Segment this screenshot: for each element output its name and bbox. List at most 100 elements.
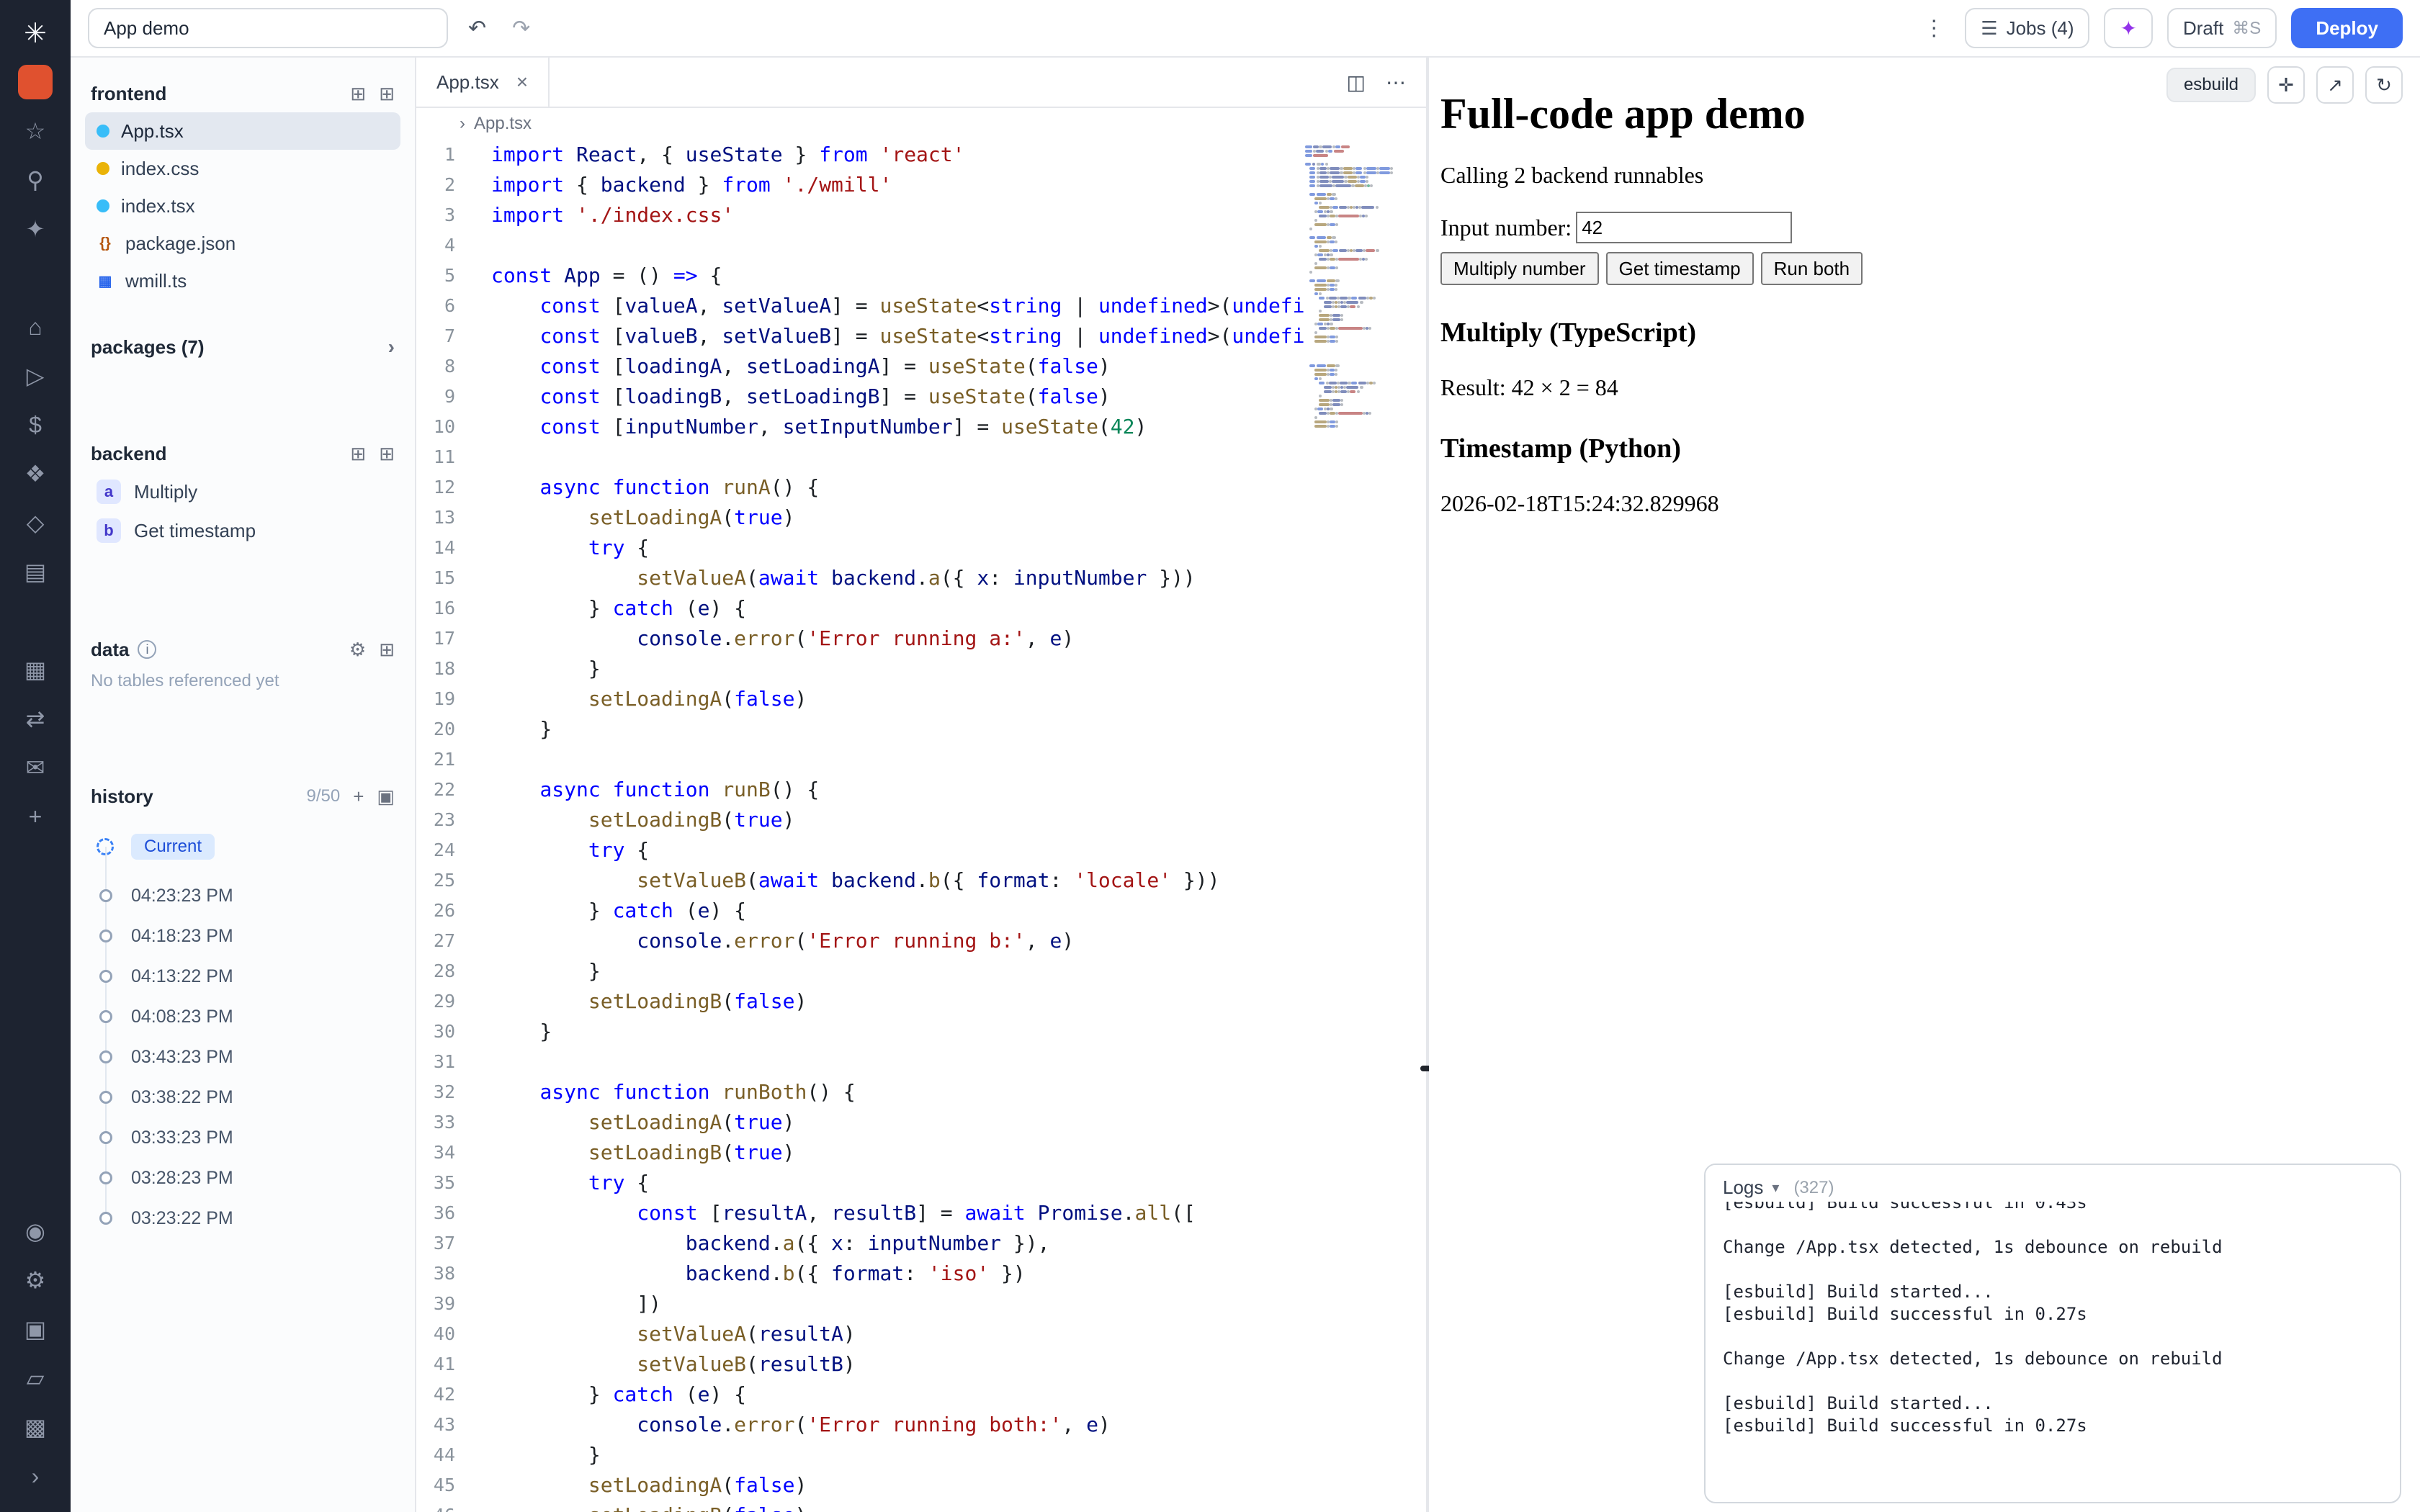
code-line[interactable]: 6 const [valueA, setValueA] = useState<s… bbox=[416, 291, 1426, 321]
calendar-icon[interactable]: ▦ bbox=[11, 645, 60, 694]
code-line[interactable]: 23 setLoadingB(true) bbox=[416, 805, 1426, 835]
code-line[interactable]: 42 } catch (e) { bbox=[416, 1380, 1426, 1410]
history-item[interactable]: 03:43:23 PM bbox=[131, 1037, 400, 1077]
resources-icon[interactable]: ❖ bbox=[11, 449, 60, 498]
logs-header[interactable]: Logs ▾ (327) bbox=[1706, 1165, 2400, 1202]
code-line[interactable]: 12 async function runA() { bbox=[416, 472, 1426, 503]
code-line[interactable]: 13 setLoadingA(true) bbox=[416, 503, 1426, 533]
runnable-item[interactable]: aMultiply bbox=[85, 472, 400, 511]
star-icon[interactable]: ☆ bbox=[11, 107, 60, 156]
code-line[interactable]: 31 bbox=[416, 1047, 1426, 1077]
code-line[interactable]: 17 console.error('Error running a:', e) bbox=[416, 624, 1426, 654]
kebab-menu-button[interactable]: ⋮ bbox=[1917, 13, 1950, 44]
runnable-item[interactable]: bGet timestamp bbox=[85, 511, 400, 550]
code-line[interactable]: 39 ]) bbox=[416, 1289, 1426, 1319]
package-icon[interactable]: ▣ bbox=[11, 1305, 60, 1354]
code-area[interactable]: 1import React, { useState } from 'react'… bbox=[416, 140, 1426, 1512]
undo-button[interactable]: ↶ bbox=[462, 13, 492, 44]
code-line[interactable]: 11 bbox=[416, 442, 1426, 472]
code-line[interactable]: 37 backend.a({ x: inputNumber }), bbox=[416, 1228, 1426, 1259]
mail-icon[interactable]: ✉ bbox=[11, 743, 60, 792]
file-item[interactable]: index.tsx bbox=[85, 187, 400, 225]
code-line[interactable]: 8 const [loadingA, setLoadingA] = useSta… bbox=[416, 351, 1426, 382]
history-item[interactable]: 03:38:22 PM bbox=[131, 1077, 400, 1117]
history-current-chip[interactable]: Current bbox=[131, 834, 215, 860]
variables-icon[interactable]: $ bbox=[11, 400, 60, 449]
code-line[interactable]: 24 try { bbox=[416, 835, 1426, 865]
data-settings-icon[interactable]: ⚙ bbox=[349, 639, 366, 661]
minimap[interactable] bbox=[1305, 145, 1417, 1512]
code-line[interactable]: 3import './index.css' bbox=[416, 200, 1426, 230]
file-item[interactable]: ▦wmill.ts bbox=[85, 262, 400, 300]
runs-icon[interactable]: ▷ bbox=[11, 351, 60, 400]
user-icon[interactable]: ◉ bbox=[11, 1207, 60, 1256]
code-line[interactable]: 45 setLoadingA(false) bbox=[416, 1470, 1426, 1500]
file-item[interactable]: {}package.json bbox=[85, 225, 400, 262]
search-icon[interactable]: ⚲ bbox=[11, 156, 60, 204]
refresh-icon[interactable]: ↻ bbox=[2365, 66, 2403, 104]
collapse-icon[interactable]: › bbox=[11, 1452, 60, 1500]
code-line[interactable]: 30 } bbox=[416, 1017, 1426, 1047]
packages-row[interactable]: packages (7) › bbox=[85, 328, 400, 366]
jobs-button[interactable]: ☰ Jobs (4) bbox=[1965, 8, 2089, 48]
preview-action-button[interactable]: Multiply number bbox=[1440, 252, 1599, 285]
app-name-input[interactable] bbox=[88, 8, 448, 48]
home-icon[interactable]: ⌂ bbox=[11, 302, 60, 351]
code-line[interactable]: 16 } catch (e) { bbox=[416, 593, 1426, 624]
preview-action-button[interactable]: Run both bbox=[1761, 252, 1863, 285]
add-folder-icon[interactable]: ⊞ bbox=[379, 83, 395, 105]
add-snapshot-icon[interactable]: + bbox=[353, 786, 364, 808]
code-line[interactable]: 35 try { bbox=[416, 1168, 1426, 1198]
number-input[interactable] bbox=[1576, 212, 1792, 243]
settings-icon[interactable]: ⚙ bbox=[11, 1256, 60, 1305]
code-line[interactable]: 43 console.error('Error running both:', … bbox=[416, 1410, 1426, 1440]
code-line[interactable]: 38 backend.b({ format: 'iso' }) bbox=[416, 1259, 1426, 1289]
code-line[interactable]: 4 bbox=[416, 230, 1426, 261]
code-line[interactable]: 29 setLoadingB(false) bbox=[416, 986, 1426, 1017]
close-icon[interactable]: × bbox=[516, 71, 528, 94]
inspect-icon[interactable]: ✛ bbox=[2267, 66, 2305, 104]
code-line[interactable]: 33 setLoadingA(true) bbox=[416, 1107, 1426, 1138]
camera-icon[interactable]: ▣ bbox=[377, 786, 395, 808]
code-line[interactable]: 41 setValueB(resultB) bbox=[416, 1349, 1426, 1380]
external-link-icon[interactable]: ↗ bbox=[2316, 66, 2354, 104]
draft-button[interactable]: Draft ⌘S bbox=[2167, 8, 2277, 48]
chevron-icon[interactable]: › bbox=[460, 114, 465, 134]
code-line[interactable]: 9 const [loadingB, setLoadingB] = useSta… bbox=[416, 382, 1426, 412]
code-line[interactable]: 25 setValueB(await backend.b({ format: '… bbox=[416, 865, 1426, 896]
code-line[interactable]: 28 } bbox=[416, 956, 1426, 986]
apps-grid-icon[interactable]: ▩ bbox=[11, 1403, 60, 1452]
history-item[interactable]: 03:28:23 PM bbox=[131, 1158, 400, 1198]
history-item[interactable]: 04:23:23 PM bbox=[131, 876, 400, 916]
deploy-button[interactable]: Deploy bbox=[2291, 8, 2403, 48]
code-line[interactable]: 20 } bbox=[416, 714, 1426, 744]
code-line[interactable]: 14 try { bbox=[416, 533, 1426, 563]
code-line[interactable]: 7 const [valueB, setValueB] = useState<s… bbox=[416, 321, 1426, 351]
code-line[interactable]: 19 setLoadingA(false) bbox=[416, 684, 1426, 714]
add-table-icon[interactable]: ⊞ bbox=[379, 639, 395, 661]
history-item[interactable]: 04:08:23 PM bbox=[131, 996, 400, 1037]
file-item[interactable]: App.tsx bbox=[85, 112, 400, 150]
add-file-icon[interactable]: ⊞ bbox=[350, 83, 366, 105]
ai-wand-button[interactable]: ✦ bbox=[2104, 8, 2152, 48]
app-tile[interactable] bbox=[18, 65, 53, 99]
add-icon[interactable]: + bbox=[11, 792, 60, 841]
magic-wand-icon[interactable]: ✦ bbox=[11, 204, 60, 253]
code-line[interactable]: 5const App = () => { bbox=[416, 261, 1426, 291]
code-line[interactable]: 10 const [inputNumber, setInputNumber] =… bbox=[416, 412, 1426, 442]
code-line[interactable]: 36 const [resultA, resultB] = await Prom… bbox=[416, 1198, 1426, 1228]
code-line[interactable]: 44 } bbox=[416, 1440, 1426, 1470]
code-line[interactable]: 26 } catch (e) { bbox=[416, 896, 1426, 926]
redo-button[interactable]: ↷ bbox=[506, 13, 536, 44]
code-line[interactable]: 27 console.error('Error running b:', e) bbox=[416, 926, 1426, 956]
add-runnable-file-icon[interactable]: ⊞ bbox=[379, 443, 395, 465]
code-line[interactable]: 2import { backend } from './wmill' bbox=[416, 170, 1426, 200]
windmill-logo[interactable]: ✳ bbox=[11, 9, 60, 58]
history-item[interactable]: 04:13:22 PM bbox=[131, 956, 400, 996]
layers-icon[interactable]: ▤ bbox=[11, 547, 60, 596]
code-line[interactable]: 40 setValueA(resultA) bbox=[416, 1319, 1426, 1349]
folder-icon[interactable]: ▱ bbox=[11, 1354, 60, 1403]
code-line[interactable]: 34 setLoadingB(true) bbox=[416, 1138, 1426, 1168]
code-line[interactable]: 22 async function runB() { bbox=[416, 775, 1426, 805]
more-options-icon[interactable]: ⋯ bbox=[1386, 71, 1406, 94]
